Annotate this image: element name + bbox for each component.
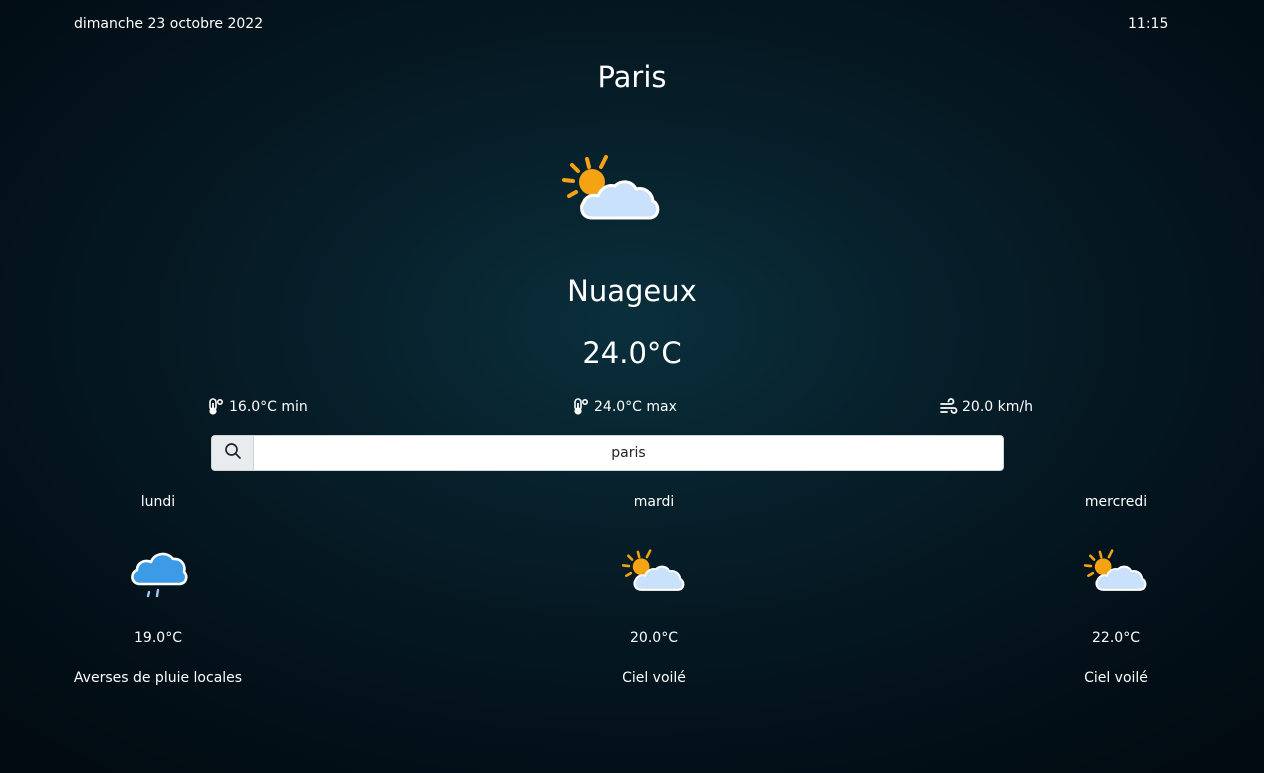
forecast-day-name: mercredi <box>1084 494 1148 510</box>
wind-speed: 20.0 km/h <box>940 398 1033 416</box>
forecast-temperature: 19.0°C <box>134 630 182 646</box>
current-time: 11:15 <box>1128 16 1169 32</box>
forecast-day: mardi 20.0°C Ciel voilé <box>534 492 774 688</box>
search-button[interactable] <box>212 436 254 470</box>
forecast-temperature: 20.0°C <box>630 630 678 646</box>
forecast-description: Ciel voilé <box>622 670 686 686</box>
forecast-description: Ciel voilé <box>1084 670 1148 686</box>
current-date: dimanche 23 octobre 2022 <box>74 16 264 32</box>
forecast-day: mercredi 22.0°C Ciel voilé <box>996 492 1236 688</box>
wind-icon <box>940 398 958 416</box>
search-input[interactable] <box>254 436 1003 470</box>
city-name: Paris <box>597 60 667 94</box>
partly-cloudy-icon <box>1080 540 1152 600</box>
forecast-day-name: lundi <box>140 494 176 510</box>
max-temperature: 24.0°C max <box>572 398 677 416</box>
city-search <box>211 435 1004 471</box>
forecast-temperature: 22.0°C <box>1092 630 1140 646</box>
wind-speed-value: 20.0 km/h <box>962 399 1033 415</box>
forecast-day-name: mardi <box>633 494 675 510</box>
forecast-day: lundi 19.0°C Averses de pluie locales <box>38 492 278 688</box>
rain-shower-icon <box>128 540 188 608</box>
current-temperature: 24.0°C <box>582 336 682 370</box>
search-icon <box>224 442 242 464</box>
forecast-description: Averses de pluie locales <box>73 670 243 686</box>
min-temperature: 16.0°C min <box>207 398 308 416</box>
thermometer-icon <box>207 398 225 416</box>
weather-condition: Nuageux <box>567 274 697 308</box>
max-temperature-value: 24.0°C max <box>594 399 677 415</box>
partly-cloudy-icon <box>618 540 690 600</box>
min-temperature-value: 16.0°C min <box>229 399 308 415</box>
thermometer-icon <box>572 398 590 416</box>
partly-cloudy-icon <box>556 144 668 224</box>
